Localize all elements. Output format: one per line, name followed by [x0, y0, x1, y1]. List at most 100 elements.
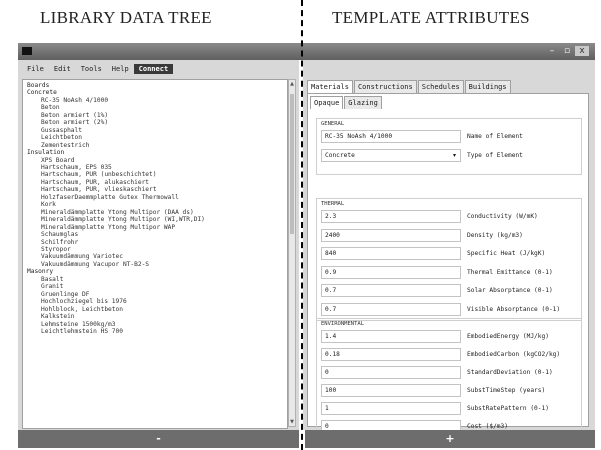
- tree-item[interactable]: Mineraldämmplatte Ytong Multipor (WI,WTR…: [27, 216, 205, 223]
- app-icon: [22, 47, 32, 55]
- thermal-label: Conductivity (W/mK): [467, 213, 538, 220]
- environmental-row: 1 SubstRatePattern (0-1): [321, 402, 579, 416]
- thermal-value-input[interactable]: 0.7: [321, 302, 461, 316]
- name-row: RC-35 NoAsh 4/1000 Name of Element: [321, 130, 579, 144]
- menu-bar: File Edit Tools Help Connect: [22, 64, 174, 74]
- tree-item[interactable]: Lehmsteine 1500kg/m3: [27, 321, 205, 328]
- material-subtabs: Opaque Glazing: [310, 96, 383, 109]
- tree-item[interactable]: XPS Board: [27, 157, 205, 164]
- subtab-opaque[interactable]: Opaque: [310, 96, 344, 109]
- tree-item[interactable]: Vakuumdämmung Variotec: [27, 253, 205, 260]
- tree-item[interactable]: Beton: [27, 104, 205, 111]
- tree-item[interactable]: Beton armiert (1%): [27, 112, 205, 119]
- environmental-value-input[interactable]: 100: [321, 384, 461, 397]
- tab-schedules[interactable]: Schedules: [417, 80, 464, 93]
- environmental-row: 1.4 EmbodiedEnergy (MJ/kg): [321, 330, 579, 344]
- scroll-thumb[interactable]: [290, 94, 294, 234]
- subtab-glazing[interactable]: Glazing: [344, 96, 382, 109]
- element-type-select[interactable]: Concrete ▾: [321, 149, 461, 162]
- tree-item[interactable]: Schilfrohr: [27, 239, 205, 246]
- thermal-label: Thermal Emittance (0-1): [467, 268, 553, 276]
- tree-category[interactable]: Concrete: [27, 89, 205, 96]
- thermal-value-input[interactable]: 0.7: [321, 284, 461, 297]
- tree-item[interactable]: Hartschaum, PUR (unbeschichtet): [27, 171, 205, 178]
- tree-item[interactable]: Mineraldämmplatte Ytong Multipor WAP: [27, 224, 205, 231]
- tree-item[interactable]: Hochlochziegel bis 1976: [27, 298, 205, 305]
- tree-item[interactable]: Basalt: [27, 276, 205, 283]
- library-pane: File Edit Tools Help Connect Boards Concr…: [18, 60, 299, 430]
- connect-button[interactable]: Connect: [133, 64, 174, 74]
- scroll-down-icon[interactable]: ▼: [289, 419, 295, 425]
- thermal-label: Density (kg/m3): [467, 231, 523, 239]
- thermal-row: 840 Specific Heat (J/kgK): [321, 247, 579, 261]
- tree-item[interactable]: HolzfaserDaemmplatte Gutex Thermowall: [27, 194, 205, 201]
- minimize-button[interactable]: –: [545, 46, 559, 56]
- add-item-button[interactable]: +: [305, 430, 595, 448]
- tree-item[interactable]: Zementestrich: [27, 142, 205, 149]
- tree-item[interactable]: Kork: [27, 201, 205, 208]
- environmental-row: 0.18 EmbodiedCarbon (kgCO2/kg): [321, 348, 579, 362]
- thermal-label: Solar Absorptance (0-1): [467, 287, 553, 294]
- template-attributes-caption: TEMPLATE ATTRIBUTES: [332, 8, 530, 27]
- tree-category[interactable]: Boards: [27, 82, 205, 89]
- menu-help[interactable]: Help: [107, 64, 134, 74]
- window-controls: – ▫ x: [545, 46, 589, 56]
- thermal-value-input[interactable]: 2.3: [321, 210, 461, 223]
- tree-item[interactable]: Schaumglas: [27, 231, 205, 238]
- environmental-label: SubstRatePattern (0-1): [467, 405, 549, 412]
- tree-item[interactable]: Kalkstein: [27, 313, 205, 320]
- tree-item[interactable]: Mineraldämmplatte Ytong Multipor (DAA ds…: [27, 209, 205, 216]
- thermal-value-input[interactable]: 840: [321, 247, 461, 260]
- element-type-label: Type of Element: [467, 152, 523, 159]
- tab-materials[interactable]: Materials: [307, 80, 353, 93]
- thermal-value-input[interactable]: 0.9: [321, 265, 461, 279]
- general-section: GENERAL RC-35 NoAsh 4/1000 Name of Eleme…: [316, 118, 582, 175]
- library-tree[interactable]: Boards Concrete RC-35 NoAsh 4/1000 Beton Bet…: [22, 79, 288, 429]
- environmental-label: SubstTimeStep (years): [467, 387, 546, 394]
- close-button[interactable]: x: [575, 46, 589, 56]
- tree-item[interactable]: Leichtlehmstein HS 700: [27, 328, 205, 335]
- environmental-value-input[interactable]: 1: [321, 402, 461, 415]
- tree-item[interactable]: Hartschaum, PUR, vlieskaschiert: [27, 186, 205, 193]
- tree-item[interactable]: Hohlblock, Leichtbeton: [27, 306, 205, 313]
- tree-item[interactable]: RC-35 NoAsh 4/1000: [27, 97, 205, 104]
- tree-category[interactable]: Masonry: [27, 268, 205, 275]
- tree-item[interactable]: Vakuumdämmung Vacupor NT-B2-S: [27, 261, 205, 268]
- menu-tools[interactable]: Tools: [76, 64, 107, 74]
- element-name-input[interactable]: RC-35 NoAsh 4/1000: [321, 130, 461, 143]
- environmental-value-input[interactable]: 0: [321, 366, 461, 379]
- menu-edit[interactable]: Edit: [49, 64, 76, 74]
- tab-buildings[interactable]: Buildings: [464, 80, 511, 93]
- thermal-value-input[interactable]: 2400: [321, 228, 461, 242]
- remove-item-button[interactable]: -: [18, 430, 299, 448]
- tree-item[interactable]: Hartschaum, EPS 035: [27, 164, 205, 171]
- tree-item[interactable]: Leichtbeton: [27, 134, 205, 141]
- dashed-divider: [301, 0, 303, 450]
- tree-item[interactable]: Hartschaum, PUR, alukaschiert: [27, 179, 205, 186]
- environmental-row: 0 StandardDeviation (0-1): [321, 366, 579, 380]
- main-tabs: Materials Constructions Schedules Buildings: [307, 80, 512, 93]
- thermal-label: Specific Heat (J/kgK): [467, 250, 546, 257]
- environmental-label: EmbodiedEnergy (MJ/kg): [467, 333, 549, 340]
- thermal-section: THERMAL 2.3 Conductivity (W/mK) 2400 Densit…: [316, 198, 582, 321]
- environmental-label: StandardDeviation (0-1): [467, 369, 553, 376]
- tree-item[interactable]: Gruenlinge DF: [27, 291, 205, 298]
- tree-item[interactable]: Gussasphalt: [27, 127, 205, 134]
- maximize-button[interactable]: ▫: [560, 46, 574, 56]
- environmental-row: 100 SubstTimeStep (years): [321, 384, 579, 398]
- thermal-row: 0.9 Thermal Emittance (0-1): [321, 265, 579, 280]
- tree-category[interactable]: Insulation: [27, 149, 205, 156]
- thermal-title: THERMAL: [321, 201, 345, 207]
- general-title: GENERAL: [321, 121, 345, 127]
- environmental-value-input[interactable]: 1.4: [321, 330, 461, 343]
- tree-item[interactable]: Styropor: [27, 246, 205, 253]
- window-titlebar[interactable]: – ▫ x: [18, 43, 595, 60]
- scroll-up-icon[interactable]: ▲: [289, 81, 295, 87]
- tree-item[interactable]: Beton armiert (2%): [27, 119, 205, 126]
- thermal-row: 0.7 Visible Absorptance (0-1): [321, 302, 579, 317]
- tree-item[interactable]: Granit: [27, 283, 205, 290]
- environmental-value-input[interactable]: 0.18: [321, 348, 461, 361]
- tree-scrollbar[interactable]: ▲ ▼: [288, 79, 296, 427]
- tab-constructions[interactable]: Constructions: [353, 80, 417, 93]
- menu-file[interactable]: File: [22, 64, 49, 74]
